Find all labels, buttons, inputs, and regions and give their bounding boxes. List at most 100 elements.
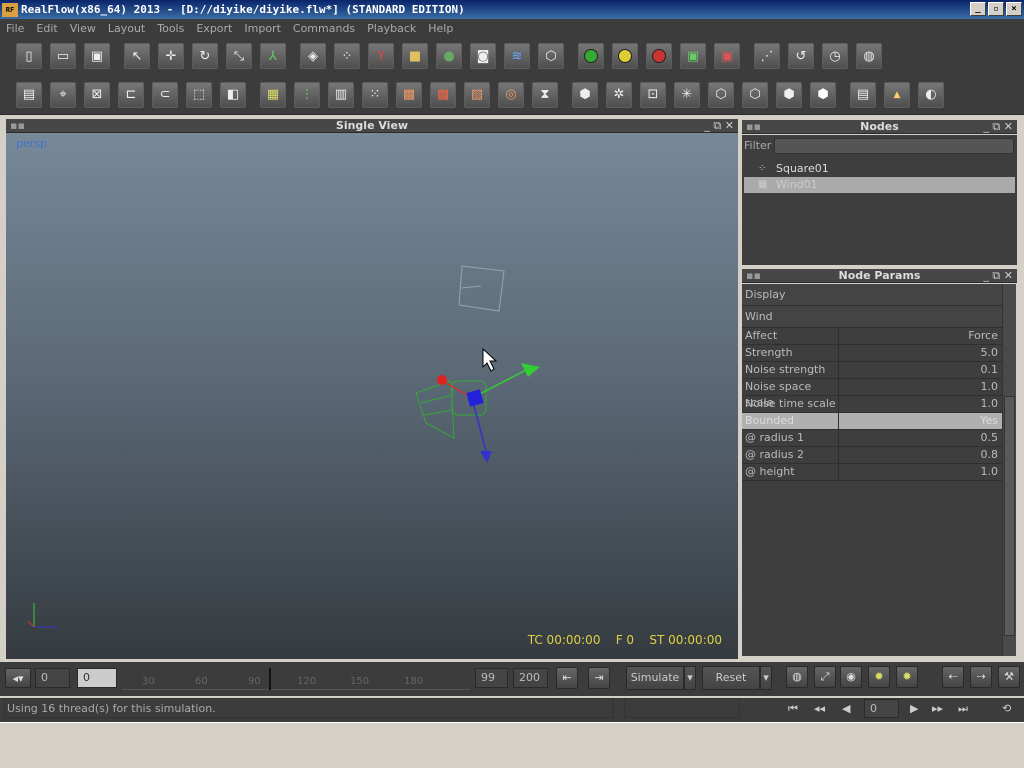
ruler-icon[interactable]: ▥ bbox=[328, 81, 354, 108]
node-item-square01[interactable]: ⁘ Square01 bbox=[744, 161, 1015, 177]
step-back-icon[interactable]: ◂◂ bbox=[814, 702, 825, 715]
gear-multi-icon[interactable]: ✹ bbox=[896, 666, 918, 688]
red-light-icon[interactable] bbox=[646, 43, 672, 69]
step-back-key-icon[interactable]: ⇠ bbox=[942, 666, 964, 688]
view-end-frame-field[interactable]: 99 bbox=[475, 668, 508, 688]
globe-icon[interactable]: ◍ bbox=[856, 43, 882, 69]
daemon-icon[interactable]: Y bbox=[368, 43, 394, 69]
param-value[interactable]: Force bbox=[839, 328, 1002, 344]
simulate-button[interactable]: Simulate bbox=[626, 666, 684, 690]
cube-wire-icon[interactable]: ⬡ bbox=[708, 81, 734, 108]
scale-icon[interactable]: ⤡ bbox=[226, 43, 252, 69]
gear-yellow-icon[interactable]: ✹ bbox=[868, 666, 890, 688]
emitter-icon[interactable]: ◈ bbox=[300, 43, 326, 69]
realflow-app-icon[interactable]: RF bbox=[2, 2, 18, 17]
wave-icon[interactable]: ≋ bbox=[504, 43, 530, 69]
cube-white-icon[interactable]: ⬢ bbox=[810, 81, 836, 108]
timeline-ruler[interactable]: 30 60 90 120 150 180 bbox=[122, 668, 470, 690]
object-cube-icon[interactable]: ■ bbox=[402, 43, 428, 69]
filter-input[interactable] bbox=[774, 138, 1014, 154]
menu-view[interactable]: View bbox=[64, 22, 102, 35]
viewport-3d[interactable]: persp TC 00:00:00 F 0 ST 00:00:00 bbox=[6, 133, 738, 659]
green-light-icon[interactable] bbox=[578, 43, 604, 69]
menu-file[interactable]: File bbox=[0, 22, 30, 35]
param-row-bounded[interactable]: Bounded Yes bbox=[742, 413, 1002, 430]
go-to-start-icon[interactable]: ⏮ bbox=[788, 702, 798, 716]
close-button[interactable]: × bbox=[1006, 2, 1022, 16]
simulate-dropdown-icon[interactable]: ▾ bbox=[684, 666, 696, 690]
menu-playback[interactable]: Playback bbox=[361, 22, 422, 35]
wrench-icon[interactable]: ⚒ bbox=[998, 666, 1020, 688]
play-forward-icon[interactable]: ▶ bbox=[910, 702, 918, 715]
param-value[interactable]: 1.0 bbox=[839, 379, 1002, 395]
reset-button[interactable]: Reset bbox=[702, 666, 760, 690]
menu-commands[interactable]: Commands bbox=[287, 22, 361, 35]
eye-icon[interactable]: ◉ bbox=[840, 666, 862, 688]
menu-tools[interactable]: Tools bbox=[151, 22, 190, 35]
step-forward-key-icon[interactable]: ⇢ bbox=[970, 666, 992, 688]
cube-dots-icon[interactable]: ⬢ bbox=[572, 81, 598, 108]
nodes-chain-icon[interactable]: ⋮ bbox=[294, 81, 320, 108]
timer-icon[interactable]: ◷ bbox=[822, 43, 848, 69]
param-value[interactable]: 1.0 bbox=[839, 396, 1002, 412]
camera-icon[interactable]: ◙ bbox=[470, 43, 496, 69]
save-red-icon[interactable]: ▣ bbox=[714, 43, 740, 69]
param-row-height[interactable]: @ height 1.0 bbox=[742, 464, 1002, 481]
select-arrow-icon[interactable]: ↖ bbox=[124, 43, 150, 69]
param-row-strength[interactable]: Strength 5.0 bbox=[742, 345, 1002, 362]
axis-icon[interactable]: ⅄ bbox=[260, 43, 286, 69]
param-value[interactable]: 0.8 bbox=[839, 447, 1002, 463]
param-row-noise-strength[interactable]: Noise strength 0.1 bbox=[742, 362, 1002, 379]
panel-grip-icon[interactable]: ▪▪ bbox=[10, 119, 25, 133]
range-end-icon[interactable]: ⇥ bbox=[588, 667, 610, 689]
scrollbar-thumb[interactable] bbox=[1004, 396, 1015, 636]
panel-controls[interactable]: _ ⧉ ✕ bbox=[704, 119, 734, 133]
start-frame-field[interactable]: 0 bbox=[35, 668, 70, 688]
reset-dropdown-icon[interactable]: ▾ bbox=[760, 666, 772, 690]
fire-icon[interactable]: ▲ bbox=[884, 81, 910, 108]
panel-grip-icon[interactable]: ▪▪ bbox=[746, 269, 761, 283]
menu-import[interactable]: Import bbox=[238, 22, 287, 35]
render-icon[interactable]: ▤ bbox=[850, 81, 876, 108]
open-file-icon[interactable]: ▭ bbox=[50, 43, 76, 69]
hourglass-icon[interactable]: ⧗ bbox=[532, 81, 558, 108]
play-backward-icon[interactable]: ◀ bbox=[842, 702, 850, 715]
square-object[interactable] bbox=[458, 265, 505, 312]
link-icon[interactable]: ⊂ bbox=[152, 81, 178, 108]
cube-flat-icon[interactable]: ⬡ bbox=[742, 81, 768, 108]
cube-add-icon[interactable]: ⬡ bbox=[538, 43, 564, 69]
save-file-icon[interactable]: ▣ bbox=[84, 43, 110, 69]
edit-cache-icon[interactable]: ⤢ bbox=[814, 666, 836, 688]
scene-icon[interactable]: ▦ bbox=[260, 81, 286, 108]
param-row-radius-2[interactable]: @ radius 2 0.8 bbox=[742, 447, 1002, 464]
menu-help[interactable]: Help bbox=[422, 22, 459, 35]
panel-grip-icon[interactable]: ▪▪ bbox=[746, 120, 761, 134]
panel-controls[interactable]: _ ⧉ ✕ bbox=[983, 120, 1013, 134]
export-graph-icon[interactable]: ⋰ bbox=[754, 43, 780, 69]
move-pivot-icon[interactable]: ⌖ bbox=[50, 81, 76, 108]
dots-icon[interactable]: ⁙ bbox=[362, 81, 388, 108]
menu-export[interactable]: Export bbox=[190, 22, 238, 35]
panel-controls[interactable]: _ ⧉ ✕ bbox=[983, 269, 1013, 283]
box-solid-icon[interactable]: ◧ bbox=[220, 81, 246, 108]
wind-gizmo[interactable] bbox=[415, 363, 540, 463]
go-to-end-icon[interactable]: ⏭ bbox=[958, 702, 968, 716]
param-value[interactable]: 0.1 bbox=[839, 362, 1002, 378]
param-row-affect[interactable]: Affect Force bbox=[742, 328, 1002, 345]
grid-orange-icon[interactable]: ▩ bbox=[396, 81, 422, 108]
grid-red-icon[interactable]: ▩ bbox=[430, 81, 456, 108]
frame-icon[interactable]: ⊡ bbox=[640, 81, 666, 108]
rotate-icon[interactable]: ↻ bbox=[192, 43, 218, 69]
camera-view-icon[interactable]: ◐ bbox=[918, 81, 944, 108]
layout-icon[interactable]: ▤ bbox=[16, 81, 42, 108]
param-value[interactable]: Yes bbox=[839, 413, 1002, 429]
param-value[interactable]: 0.5 bbox=[839, 430, 1002, 446]
current-frame-field[interactable]: 0 bbox=[77, 668, 117, 688]
burst-icon[interactable]: ✳ bbox=[674, 81, 700, 108]
section-display[interactable]: Display bbox=[742, 284, 1002, 306]
param-row-noise-space-scale[interactable]: Noise space scale 1.0 bbox=[742, 379, 1002, 409]
minimize-button[interactable]: _ bbox=[970, 2, 986, 16]
particles-icon[interactable]: ⁘ bbox=[334, 43, 360, 69]
playback-mode-dropdown[interactable]: ◂▾ bbox=[5, 668, 31, 688]
range-fit-icon[interactable]: ⇤ bbox=[556, 667, 578, 689]
